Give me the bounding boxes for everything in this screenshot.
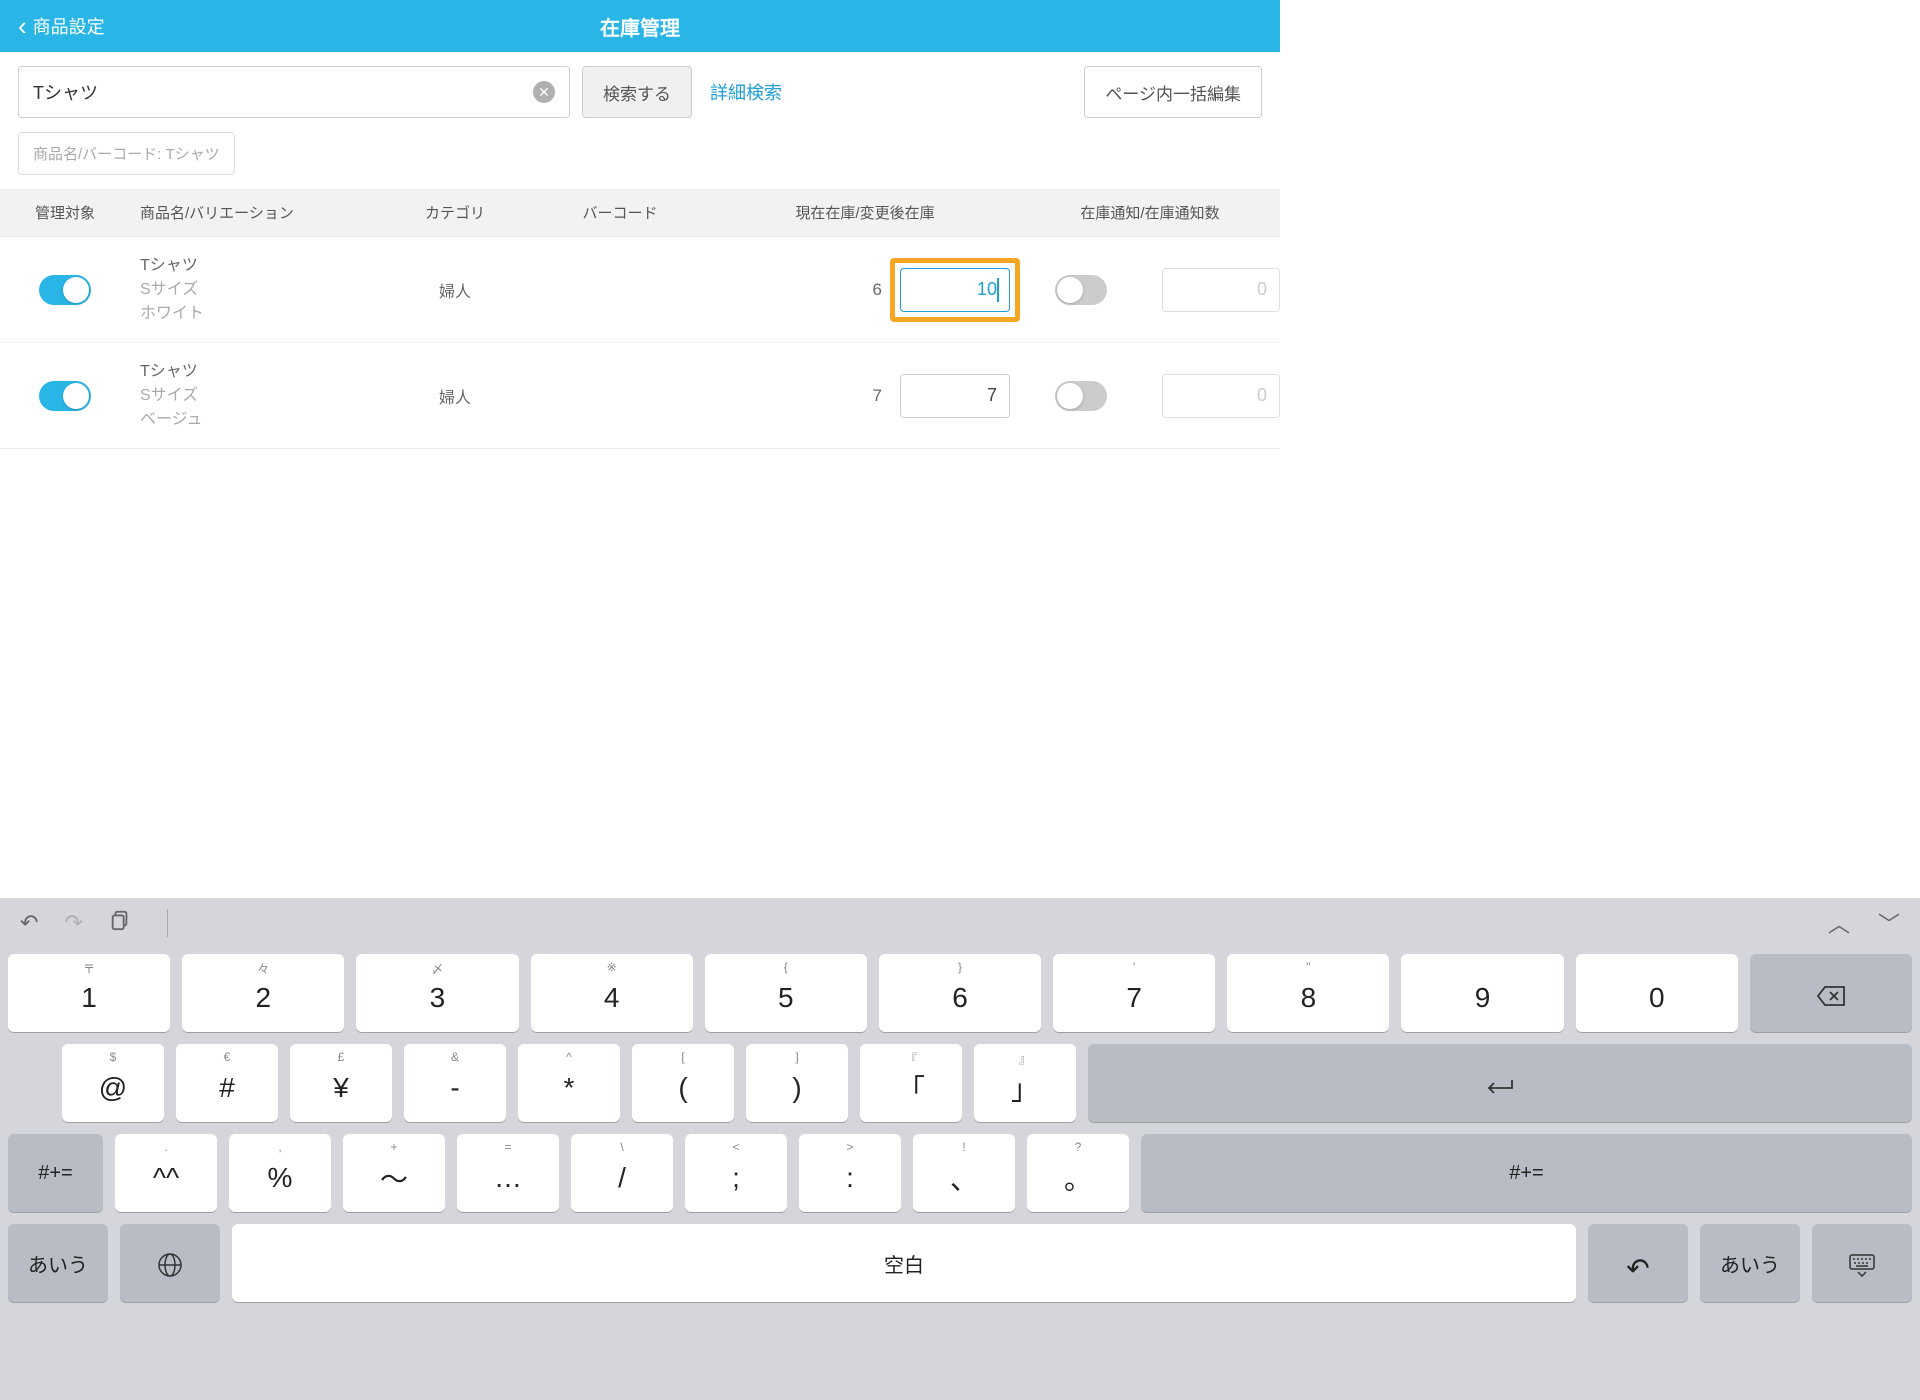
text-caret (997, 278, 999, 302)
globe-key[interactable] (120, 1224, 220, 1302)
key-〜[interactable]: +〜 (343, 1134, 445, 1212)
clear-icon[interactable]: ✕ (533, 81, 555, 103)
key-)[interactable]: ]) (746, 1044, 848, 1122)
chevron-down-icon[interactable]: ﹀ (1878, 907, 1900, 939)
col-manage: 管理対象 (0, 202, 130, 223)
key-1[interactable]: 〒1 (8, 954, 170, 1032)
product-name-cell: Tシャツ Sサイズ ホワイト (130, 254, 380, 326)
manage-toggle[interactable] (39, 381, 91, 411)
key-/[interactable]: \/ (571, 1134, 673, 1212)
key-*[interactable]: ^* (518, 1044, 620, 1122)
key-([interactable]: [( (632, 1044, 734, 1122)
key-0[interactable]: 0 (1576, 954, 1738, 1032)
search-box[interactable]: ✕ (18, 66, 570, 118)
stock-cell: 7 (710, 374, 1020, 418)
col-category: カテゴリ (380, 202, 530, 223)
key-2[interactable]: 々2 (182, 954, 344, 1032)
notify-count-input (1162, 374, 1280, 418)
keyboard-rows: 〒1々2〆3※4{5}6'7"890 $@€#£¥&-^*[(])『「』」 #+… (0, 948, 1920, 1302)
batch-edit-button[interactable]: ページ内一括編集 (1084, 66, 1262, 118)
table-row: Tシャツ Sサイズ ベージュ 婦人 7 (0, 343, 1280, 449)
search-row: ✕ 検索する 詳細検索 ページ内一括編集 (0, 52, 1280, 128)
undo-key[interactable]: ↶ (1588, 1224, 1688, 1302)
key-6[interactable]: }6 (879, 954, 1041, 1032)
key-…[interactable]: =… (457, 1134, 559, 1212)
chevron-left-icon: ‹ (18, 11, 27, 42)
symbols-key[interactable]: #+= (8, 1134, 103, 1212)
manage-toggle[interactable] (39, 275, 91, 305)
key-5[interactable]: {5 (705, 954, 867, 1032)
notify-cell (1020, 268, 1280, 312)
advanced-search-link[interactable]: 詳細検索 (710, 79, 782, 105)
stock-after-input[interactable] (900, 374, 1010, 418)
category-cell: 婦人 (380, 384, 530, 408)
stock-cell: 6 (710, 268, 1020, 312)
key-3[interactable]: 〆3 (356, 954, 518, 1032)
space-key[interactable]: 空白 (232, 1224, 1576, 1302)
category-cell: 婦人 (380, 278, 530, 302)
filter-chip[interactable]: 商品名/バーコード: Tシャツ (18, 132, 235, 175)
notify-toggle[interactable] (1055, 381, 1107, 411)
clipboard-icon[interactable] (109, 909, 131, 937)
virtual-keyboard: ↶ ↷ ︿ ﹀ 〒1々2〆3※4{5}6'7"890 $@€#£¥&-^*[(]… (0, 898, 1920, 1400)
chevron-up-icon[interactable]: ︿ (1828, 907, 1850, 939)
col-name: 商品名/バリエーション (130, 202, 380, 223)
current-stock: 6 (873, 280, 882, 300)
redo-icon[interactable]: ↷ (64, 910, 82, 936)
key-7[interactable]: '7 (1053, 954, 1215, 1032)
key-」[interactable]: 』」 (974, 1044, 1076, 1122)
toolbar-divider (167, 909, 168, 937)
enter-key[interactable] (1088, 1044, 1912, 1122)
key-8[interactable]: "8 (1227, 954, 1389, 1032)
col-barcode: バーコード (530, 202, 710, 223)
keyboard-toolbar: ↶ ↷ ︿ ﹀ (0, 898, 1920, 948)
product-name-cell: Tシャツ Sサイズ ベージュ (130, 360, 380, 432)
key-:[interactable]: >: (799, 1134, 901, 1212)
notify-count-input (1162, 268, 1280, 312)
key-4[interactable]: ※4 (531, 954, 693, 1032)
search-input[interactable] (33, 82, 533, 103)
key-#[interactable]: €# (176, 1044, 278, 1122)
col-stock: 現在在庫/変更後在庫 (710, 202, 1020, 223)
key-%[interactable]: ,% (229, 1134, 331, 1212)
current-stock: 7 (873, 386, 882, 406)
page-title: 在庫管理 (600, 12, 680, 41)
key--[interactable]: &- (404, 1044, 506, 1122)
table-row: Tシャツ Sサイズ ホワイト 婦人 6 (0, 237, 1280, 343)
col-notify: 在庫通知/在庫通知数 (1020, 202, 1280, 223)
table-header: 管理対象 商品名/バリエーション カテゴリ バーコード 現在在庫/変更後在庫 在… (0, 189, 1280, 237)
app-header: ‹ 商品設定 在庫管理 (0, 0, 1280, 52)
backspace-key[interactable] (1750, 954, 1912, 1032)
key-9[interactable]: 9 (1401, 954, 1563, 1032)
key-。[interactable]: ?。 (1027, 1134, 1129, 1212)
search-button[interactable]: 検索する (582, 66, 692, 118)
key-「[interactable]: 『「 (860, 1044, 962, 1122)
key-@[interactable]: $@ (62, 1044, 164, 1122)
key-;[interactable]: <; (685, 1134, 787, 1212)
input-mode-key-right[interactable]: あいう (1700, 1224, 1800, 1302)
symbols-key-right[interactable]: #+= (1141, 1134, 1912, 1212)
key-¥[interactable]: £¥ (290, 1044, 392, 1122)
back-label: 商品設定 (33, 13, 105, 39)
key-^^[interactable]: .^^ (115, 1134, 217, 1212)
back-button[interactable]: ‹ 商品設定 (0, 11, 123, 42)
input-mode-key[interactable]: あいう (8, 1224, 108, 1302)
key-、[interactable]: !、 (913, 1134, 1015, 1212)
undo-icon[interactable]: ↶ (20, 910, 38, 936)
notify-cell (1020, 374, 1280, 418)
stock-after-input[interactable] (900, 268, 1010, 312)
notify-toggle[interactable] (1055, 275, 1107, 305)
dismiss-keyboard-key[interactable] (1812, 1224, 1912, 1302)
